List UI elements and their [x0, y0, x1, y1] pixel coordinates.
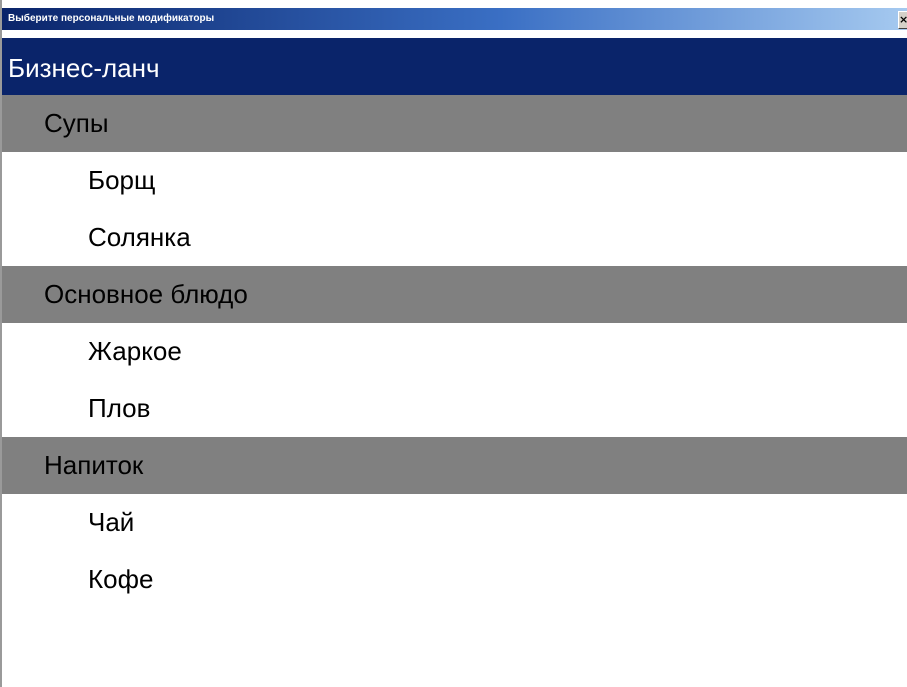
- menu-header-business-lunch[interactable]: Бизнес-ланч: [2, 38, 907, 95]
- group-label: Основное блюдо: [44, 279, 248, 309]
- header-title: Бизнес-ланч: [8, 53, 160, 83]
- window-title: Выберите персональные модификаторы: [8, 13, 215, 24]
- item-label: Кофе: [88, 564, 154, 594]
- close-icon: ×: [899, 13, 907, 26]
- close-button[interactable]: ×: [898, 11, 907, 29]
- group-main-course[interactable]: Основное блюдо: [2, 266, 907, 323]
- modifier-dialog: Выберите персональные модификаторы × Биз…: [0, 0, 907, 687]
- group-label: Супы: [44, 108, 109, 138]
- group-label: Напиток: [44, 450, 144, 480]
- item-borscht[interactable]: Борщ: [2, 152, 907, 209]
- title-bar[interactable]: Выберите персональные модификаторы ×: [2, 8, 907, 30]
- item-label: Чай: [88, 507, 135, 537]
- item-label: Плов: [88, 393, 151, 423]
- item-pilaf[interactable]: Плов: [2, 380, 907, 437]
- item-label: Жаркое: [88, 336, 182, 366]
- modifier-list: Супы Борщ Солянка Основное блюдо Жаркое …: [2, 95, 907, 608]
- item-roast[interactable]: Жаркое: [2, 323, 907, 380]
- item-label: Солянка: [88, 222, 191, 252]
- group-soups[interactable]: Супы: [2, 95, 907, 152]
- group-drink[interactable]: Напиток: [2, 437, 907, 494]
- item-tea[interactable]: Чай: [2, 494, 907, 551]
- item-label: Борщ: [88, 165, 156, 195]
- item-solyanka[interactable]: Солянка: [2, 209, 907, 266]
- item-coffee[interactable]: Кофе: [2, 551, 907, 608]
